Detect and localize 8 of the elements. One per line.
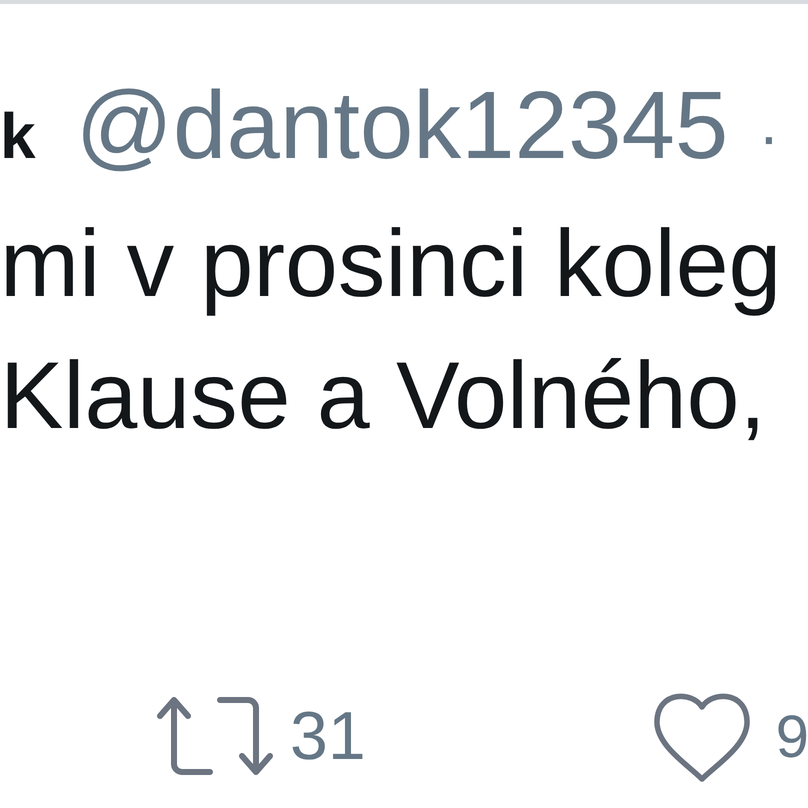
retweet-icon[interactable]: [156, 694, 276, 778]
separator-dot: ·: [758, 99, 780, 173]
action-count: 9: [776, 702, 808, 770]
tweet-text-line: Klause a Volného,: [0, 342, 766, 451]
tweet-text-line: mi v prosinci koleg: [0, 210, 782, 319]
action-count: 31: [290, 697, 366, 775]
author-name[interactable]: k: [0, 99, 36, 173]
author-handle[interactable]: @dantok12345: [76, 76, 728, 176]
